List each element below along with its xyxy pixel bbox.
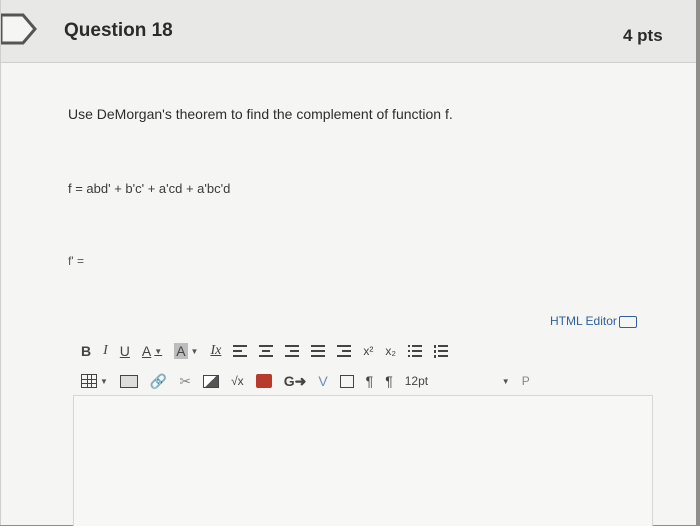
youtube-button[interactable] bbox=[255, 370, 272, 392]
link-button[interactable]: 🔗 bbox=[150, 370, 167, 392]
underline-button[interactable]: U bbox=[120, 340, 130, 362]
align-right-icon bbox=[285, 345, 300, 357]
font-size-value: 12pt bbox=[404, 374, 429, 388]
record-media-icon bbox=[339, 374, 354, 388]
question-header: Question 18 4 pts bbox=[0, 0, 696, 63]
chevron-down-icon: ▼ bbox=[501, 376, 510, 386]
table-button[interactable]: ▼ bbox=[81, 370, 108, 392]
embed-icon: G➜ bbox=[283, 372, 307, 389]
media-icon bbox=[119, 374, 138, 388]
keyboard-icon[interactable] bbox=[618, 316, 637, 328]
rtl-button[interactable]: ¶ bbox=[385, 370, 393, 392]
answer-editor-textarea[interactable] bbox=[73, 395, 653, 526]
unlink-button[interactable]: ✂ bbox=[179, 370, 191, 392]
justify-button[interactable] bbox=[311, 340, 326, 362]
align-left-icon bbox=[233, 345, 248, 357]
chevron-down-icon: ▼ bbox=[154, 346, 163, 356]
align-center-icon bbox=[259, 345, 274, 357]
table-icon bbox=[81, 374, 97, 388]
paragraph-format-select[interactable]: P bbox=[522, 370, 530, 392]
html-editor-label[interactable]: HTML Editor bbox=[550, 314, 617, 328]
function-expression: f = abd' + b'c' + a'cd + a'bc'd bbox=[68, 181, 231, 196]
flag-question-icon[interactable] bbox=[0, 9, 39, 49]
image-icon bbox=[203, 374, 220, 388]
italic-button[interactable]: I bbox=[103, 340, 108, 362]
chevron-down-icon: ▼ bbox=[190, 346, 199, 356]
html-editor-link[interactable]: HTML Editor bbox=[550, 314, 637, 328]
indent-icon bbox=[337, 345, 352, 357]
text-color-label: A bbox=[141, 343, 152, 359]
subscript-button[interactable]: x₂ bbox=[385, 340, 396, 362]
numbered-list-icon bbox=[434, 345, 449, 358]
record-media-button[interactable] bbox=[339, 370, 354, 392]
question-points: 4 pts bbox=[623, 26, 663, 45]
chevron-down-icon: ▼ bbox=[100, 376, 108, 386]
indent-button[interactable] bbox=[337, 340, 352, 362]
align-right-button[interactable] bbox=[285, 340, 300, 362]
justify-icon bbox=[311, 345, 326, 357]
media-comments-icon: V bbox=[318, 373, 328, 389]
question-prompt: Use DeMorgan's theorem to find the compl… bbox=[68, 106, 453, 122]
answer-label: f' = bbox=[68, 254, 84, 268]
link-icon: 🔗 bbox=[149, 372, 168, 389]
embed-button[interactable]: G➜ bbox=[284, 370, 307, 392]
equation-icon: √x bbox=[231, 374, 244, 388]
superscript-button[interactable]: x² bbox=[363, 340, 373, 362]
editor-toolbar-row-2: ▼ 🔗 ✂ √x G➜ V ¶ ¶ 12pt ▼ P bbox=[81, 370, 542, 392]
bullet-list-button[interactable] bbox=[408, 340, 423, 362]
background-color-label: A bbox=[174, 343, 188, 359]
editor-toolbar-row-1: B I U A ▼ A ▼ Ix x² x₂ bbox=[81, 340, 460, 362]
media-comments-button[interactable]: V bbox=[318, 370, 327, 392]
align-left-button[interactable] bbox=[233, 340, 248, 362]
text-color-button[interactable]: A ▼ bbox=[142, 340, 162, 362]
youtube-icon bbox=[255, 374, 272, 388]
bullet-list-icon bbox=[408, 345, 423, 357]
paragraph-ltr-icon: ¶ bbox=[365, 373, 374, 389]
background-color-button[interactable]: A ▼ bbox=[174, 340, 198, 362]
paragraph-rtl-icon: ¶ bbox=[385, 373, 393, 389]
equation-button[interactable]: √x bbox=[231, 370, 244, 392]
ltr-button[interactable]: ¶ bbox=[366, 370, 374, 392]
paragraph-format-value: P bbox=[521, 374, 530, 388]
question-card: Question 18 4 pts Use DeMorgan's theorem… bbox=[0, 0, 696, 526]
align-center-button[interactable] bbox=[259, 340, 274, 362]
bold-button[interactable]: B bbox=[81, 340, 91, 362]
media-button[interactable] bbox=[119, 370, 138, 392]
clear-formatting-button[interactable]: Ix bbox=[210, 340, 221, 362]
font-size-select[interactable]: 12pt ▼ bbox=[405, 370, 510, 392]
unlink-icon: ✂ bbox=[179, 372, 192, 389]
question-title: Question 18 bbox=[64, 20, 173, 41]
image-button[interactable] bbox=[203, 370, 220, 392]
numbered-list-button[interactable] bbox=[434, 340, 449, 362]
